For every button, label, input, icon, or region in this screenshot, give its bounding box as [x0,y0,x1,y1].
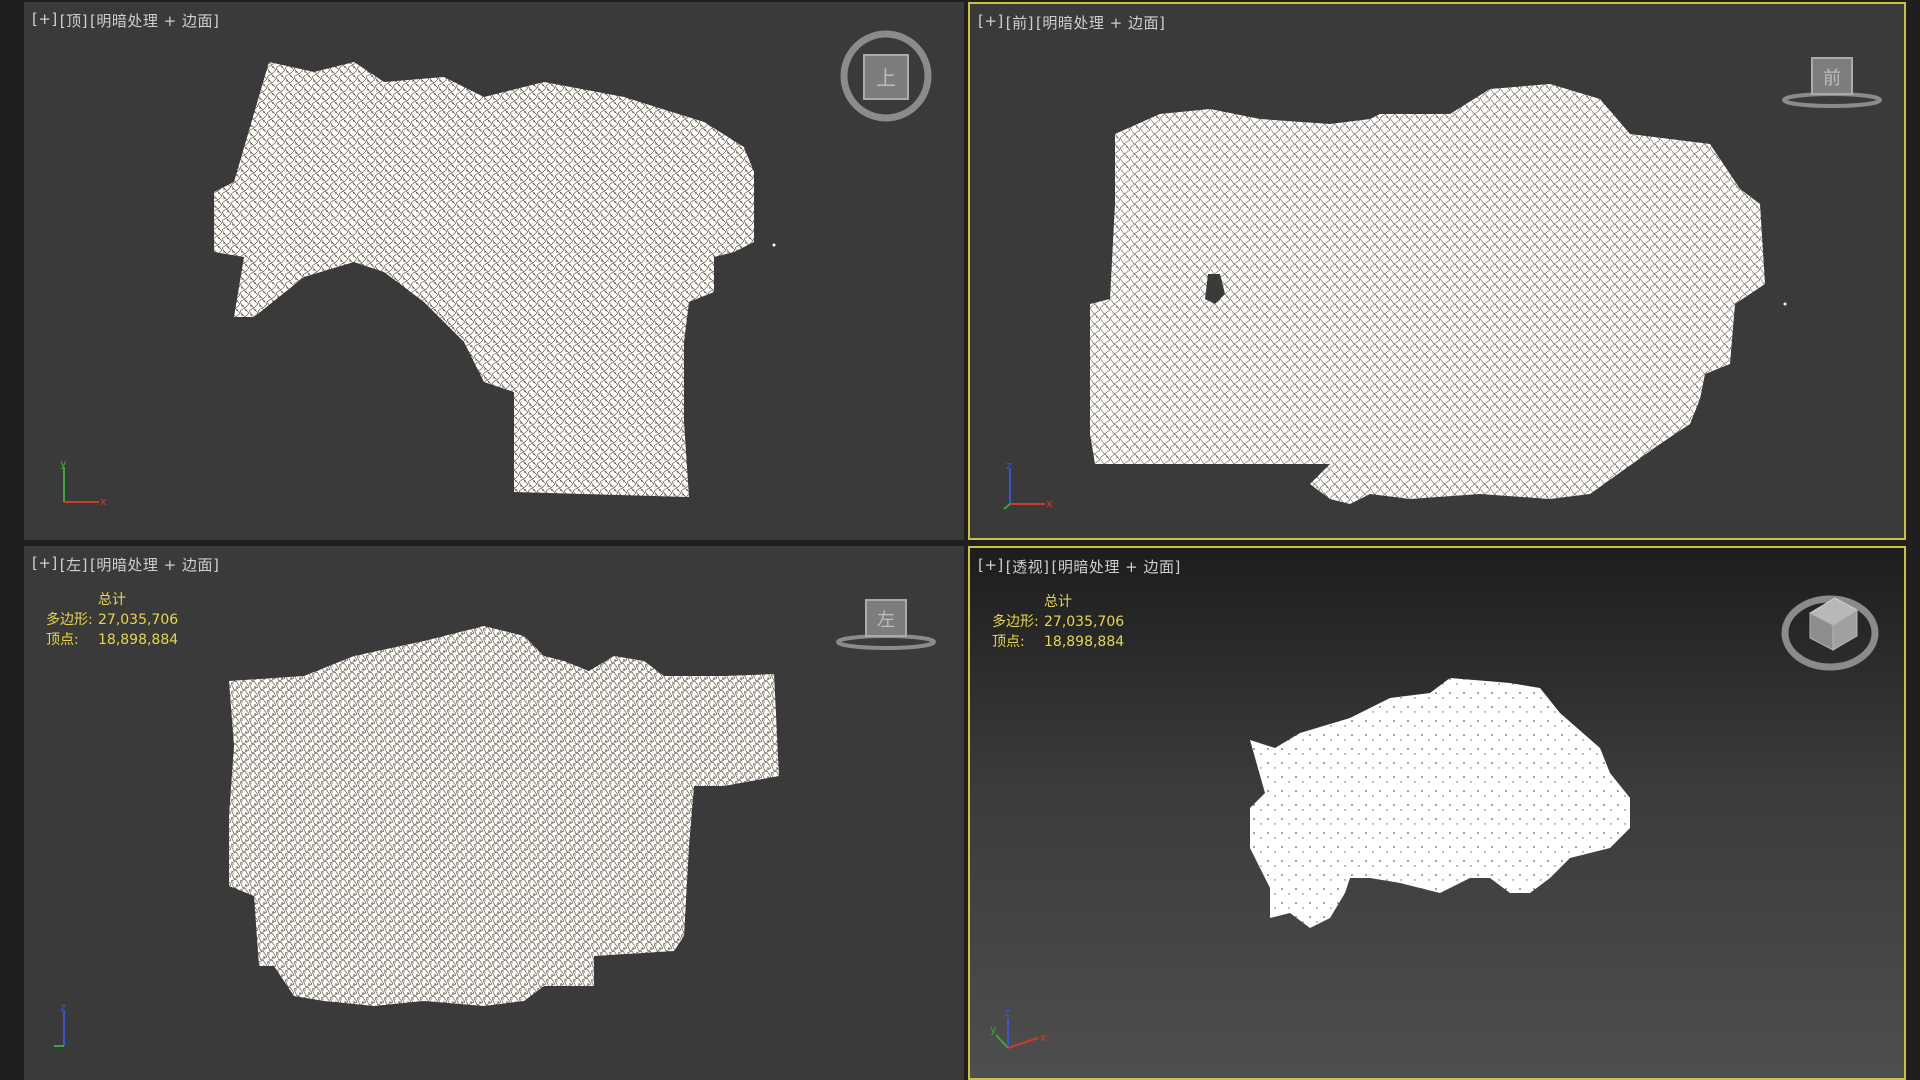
viewport-top[interactable]: [+] [顶] [明暗处理 + 边面] 上 y x [24,2,964,540]
viewcube-icon[interactable] [1775,578,1885,674]
wireframe-mesh [1250,678,1630,928]
wireframe-mesh [229,626,779,1006]
viewport-front[interactable]: [+] [前] [明暗处理 + 边面] 前 z x [968,2,1906,540]
viewport-perspective[interactable]: [+] [透视] [明暗处理 + 边面] 总计 多边形: 27,035,706 … [968,546,1906,1080]
svg-text:y: y [60,457,67,470]
svg-text:z: z [1004,1006,1010,1019]
viewcube-icon[interactable]: 上 [834,28,938,122]
axis-tripod-icon: z x [1003,459,1053,510]
svg-text:z: z [60,1001,66,1014]
axis-tripod-icon: y x [60,457,107,508]
wireframe-mesh [214,62,776,497]
axis-tripod-icon: z [54,1001,66,1047]
viewcube-face-label: 左 [877,610,895,631]
stray-vertex [1783,302,1787,306]
axis-tripod-icon: z x y [990,1006,1047,1049]
viewcube-icon[interactable]: 左 [834,596,938,656]
svg-text:y: y [990,1023,997,1036]
svg-text:x: x [100,495,107,508]
stray-vertex [772,243,776,247]
wireframe-mesh [1090,84,1787,504]
svg-text:x: x [1046,497,1053,510]
viewport-left[interactable]: [+] [左] [明暗处理 + 边面] 总计 多边形: 27,035,706 顶… [24,546,964,1080]
svg-text:x: x [1040,1031,1047,1044]
viewcube-face-label: 前 [1823,68,1841,89]
viewport-layout: [+] [顶] [明暗处理 + 边面] 上 y x [+] [前] [明暗处理 … [0,0,1920,1080]
viewcube-icon[interactable]: 前 [1780,54,1884,114]
svg-text:z: z [1006,459,1012,472]
viewcube-face-label: 上 [876,66,896,90]
